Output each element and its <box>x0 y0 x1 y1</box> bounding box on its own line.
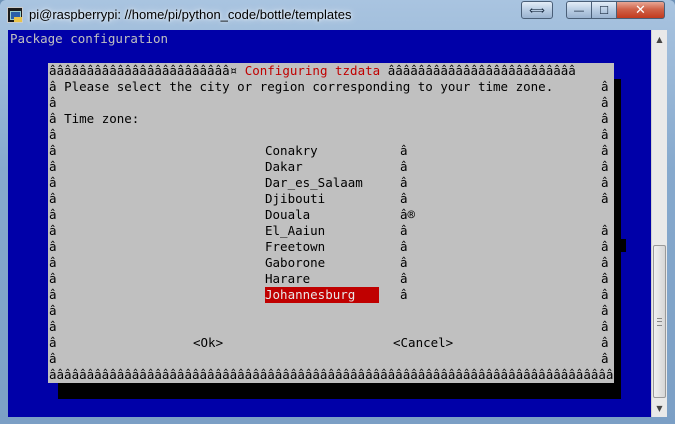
vertical-scrollbar[interactable]: ▲ ▼ <box>651 30 667 417</box>
list-marker: â <box>400 271 408 286</box>
edge-right: â <box>601 159 609 174</box>
edge-right: â <box>601 287 609 302</box>
timezone-option[interactable]: Dar_es_Salaam <box>265 175 363 191</box>
edge-left: â <box>49 303 57 318</box>
timezone-option[interactable]: Gaborone <box>265 255 325 271</box>
edge-left: â <box>49 319 57 334</box>
terminal-window: pi@raspberrypi: //home/pi/python_code/bo… <box>0 0 675 424</box>
package-configuration-title: Package configuration <box>10 31 169 46</box>
time-zone-label: Time zone: <box>64 111 140 126</box>
timezone-option[interactable]: Johannesburg <box>265 287 380 303</box>
edge-left: â <box>49 127 57 142</box>
edge-left: â <box>49 335 57 350</box>
timezone-option[interactable]: Harare <box>265 271 310 287</box>
edge-right: â <box>601 239 609 254</box>
edge-right: â <box>601 303 609 318</box>
list-scroll-indicator <box>618 239 626 252</box>
edge-left: â <box>49 95 57 110</box>
timezone-option[interactable]: Dakar <box>265 159 303 175</box>
cancel-button[interactable]: <Cancel> <box>393 335 453 351</box>
terminal-screen[interactable]: Package configuration ââââââââââââââââââ… <box>8 30 651 417</box>
ok-button[interactable]: <Ok> <box>193 335 223 351</box>
list-marker: â <box>400 159 408 174</box>
grip-icon <box>657 318 662 326</box>
dialog-top-border: ââââââââââââââââââââââââ¤ Configuring tz… <box>49 63 576 78</box>
edge-right: â <box>601 223 609 238</box>
scroll-down-icon[interactable]: ▼ <box>652 400 667 416</box>
edge-right: â <box>601 351 609 366</box>
minimize-button[interactable]: — <box>566 1 592 19</box>
edge-left: â <box>49 175 57 190</box>
list-marker: â <box>400 143 408 158</box>
edge-left: â <box>49 191 57 206</box>
edge-left: â <box>49 143 57 158</box>
timezone-option[interactable]: Douala <box>265 207 310 223</box>
edge-left: â <box>49 223 57 238</box>
edge-left: â <box>49 207 57 222</box>
edge-right: â <box>601 127 609 142</box>
title-bar[interactable]: pi@raspberrypi: //home/pi/python_code/bo… <box>0 0 675 30</box>
edge-left: â <box>49 159 57 174</box>
dialog-prompt-row: â Please select the city or region corre… <box>49 79 554 94</box>
list-marker: â <box>400 287 408 302</box>
maximize-button[interactable]: ☐ <box>592 1 617 19</box>
edge-left: â <box>49 287 57 302</box>
edge-left: â <box>49 255 57 270</box>
scrollbar-thumb[interactable] <box>653 245 666 398</box>
restore-icon[interactable]: ⟺ <box>521 1 553 19</box>
list-marker: â <box>400 223 408 238</box>
dialog-bottom-border: ââââââââââââââââââââââââââââââââââââââââ… <box>49 367 614 382</box>
timezone-option[interactable]: Conakry <box>265 143 318 159</box>
list-marker: â <box>400 239 408 254</box>
tzdata-dialog: ââââââââââââââââââââââââ¤ Configuring tz… <box>48 63 614 383</box>
edge-left: â <box>49 239 57 254</box>
timezone-option[interactable]: Djibouti <box>265 191 325 207</box>
dialog-title: Configuring tzdata <box>244 63 381 78</box>
putty-app-icon[interactable] <box>7 7 23 23</box>
edge-right: â <box>601 191 609 206</box>
edge-left: â <box>49 271 57 286</box>
list-marker: â <box>400 255 408 270</box>
close-button[interactable]: ✕ <box>617 1 665 19</box>
edge-right: â <box>601 319 609 334</box>
edge-right: â <box>601 335 609 350</box>
dialog-shadow-bottom <box>58 381 621 399</box>
edge-right: â <box>601 175 609 190</box>
edge-right: â <box>601 111 609 126</box>
edge-left: â <box>49 351 57 366</box>
list-scroll-marker: â® <box>400 207 416 222</box>
timezone-option[interactable]: Freetown <box>265 239 325 255</box>
edge-right: â <box>601 271 609 286</box>
timezone-option[interactable]: El_Aaiun <box>265 223 325 239</box>
scroll-up-icon[interactable]: ▲ <box>652 31 667 47</box>
edge-right: â <box>601 255 609 270</box>
dialog-prompt: Please select the city or region corresp… <box>64 79 554 94</box>
list-marker: â <box>400 175 408 190</box>
time-zone-label-row: â Time zone: <box>49 111 140 126</box>
edge-right: â <box>601 143 609 158</box>
edge-right: â <box>601 95 609 110</box>
edge-right: â <box>601 79 609 94</box>
list-marker: â <box>400 191 408 206</box>
window-title: pi@raspberrypi: //home/pi/python_code/bo… <box>29 7 352 22</box>
